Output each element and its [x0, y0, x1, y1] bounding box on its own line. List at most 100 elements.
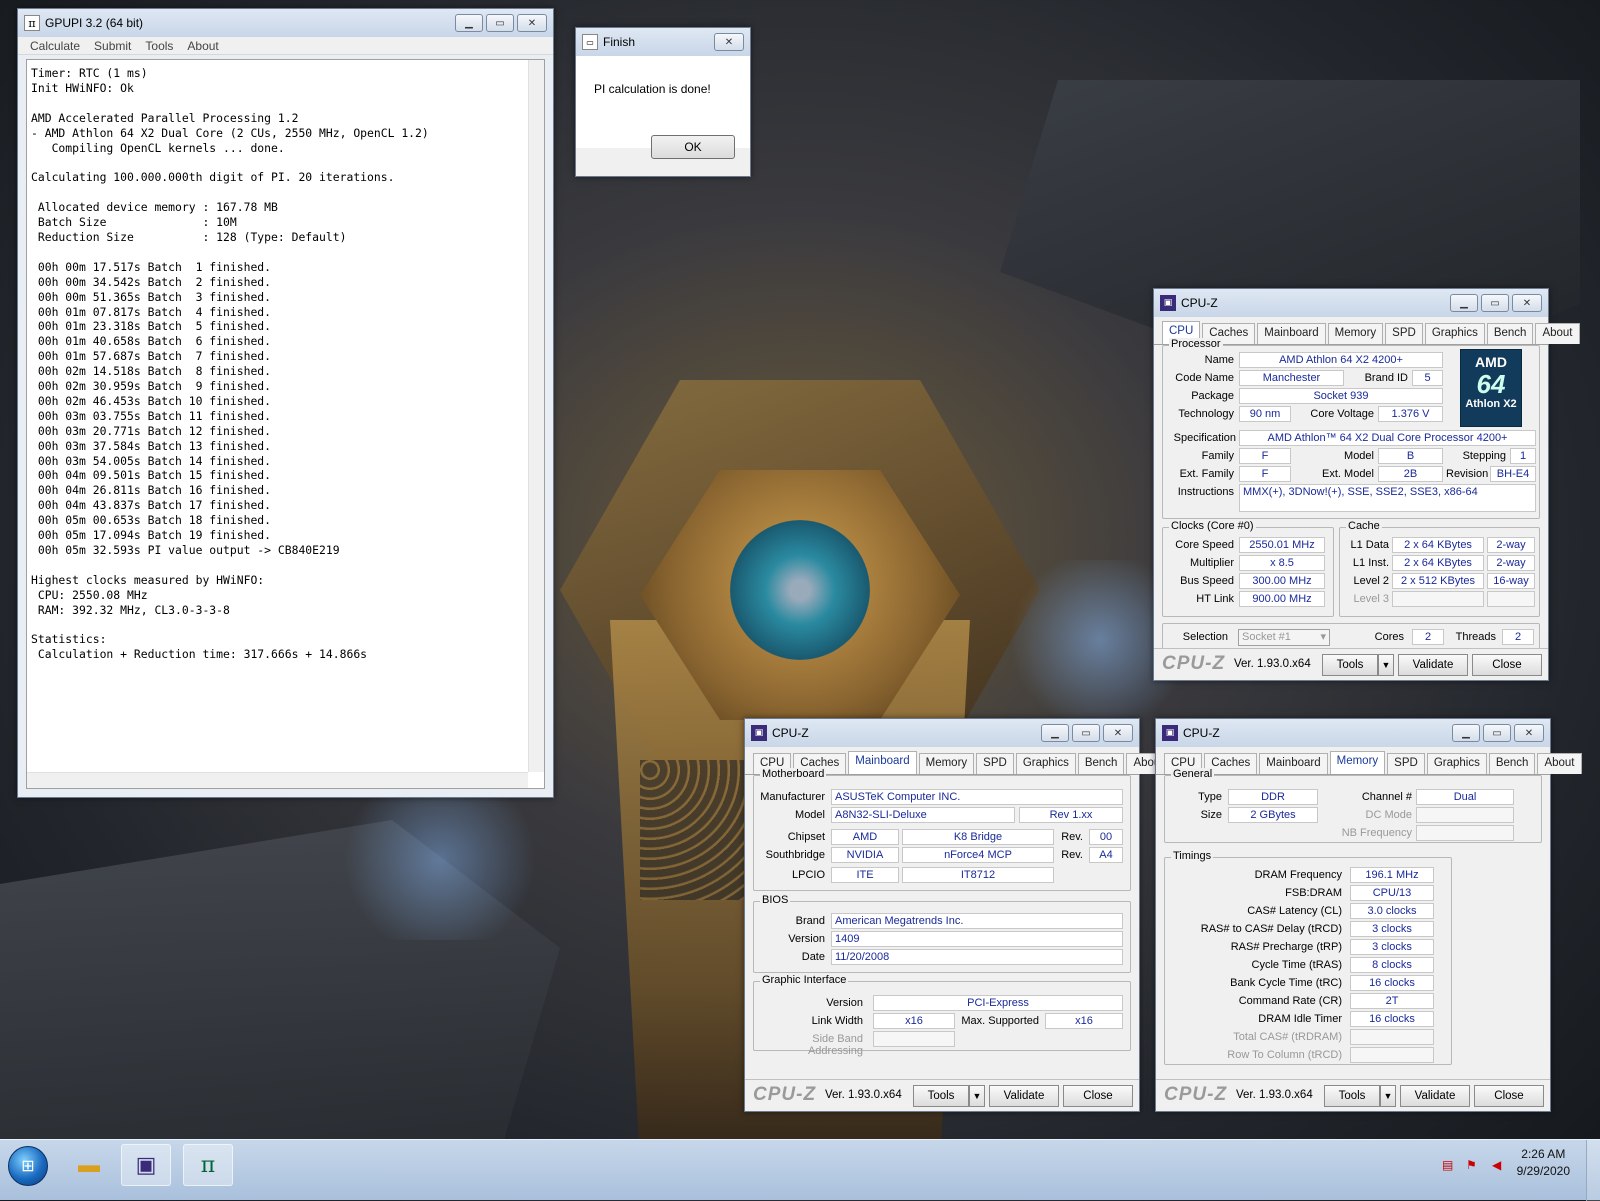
validate-button[interactable]: Validate [1400, 1085, 1470, 1107]
bios-brand-value: American Megatrends Inc. [831, 913, 1123, 929]
gpupi-window[interactable]: π GPUPI 3.2 (64 bit) ▁ ▭ ✕ Calculate Sub… [17, 8, 554, 798]
tras-label: Cycle Time (tRAS) [1251, 959, 1342, 971]
vertical-scrollbar[interactable] [528, 60, 544, 772]
chipset-rev-label: Rev. [1061, 831, 1083, 843]
clock[interactable]: 2:26 AM 9/29/2020 [1517, 1146, 1570, 1180]
brandid-label: Brand ID [1364, 372, 1408, 384]
validate-button[interactable]: Validate [1398, 654, 1468, 676]
minimize-button[interactable]: ▁ [455, 14, 483, 32]
close-button[interactable]: ✕ [1103, 724, 1133, 742]
taskbar-explorer[interactable]: ▬ [64, 1144, 114, 1186]
cpuz-titlebar[interactable]: ▣ CPU-Z ▁ ▭ ✕ [1154, 289, 1548, 317]
nbfrequency-label: NB Frequency [1341, 827, 1412, 839]
tab-spd[interactable]: SPD [976, 753, 1014, 774]
tab-mainboard[interactable]: Mainboard [1259, 753, 1328, 774]
taskbar-cpuz[interactable]: ▣ [121, 1144, 171, 1186]
cpuz-titlebar[interactable]: ▣ CPU-Z ▁ ▭ ✕ [745, 719, 1139, 747]
spec-value: AMD Athlon™ 64 X2 Dual Core Processor 42… [1239, 430, 1536, 446]
minimize-button[interactable]: ▁ [1041, 724, 1069, 742]
cas-value: 3.0 clocks [1350, 903, 1434, 919]
extmodel-label: Ext. Model [1322, 468, 1374, 480]
tab-bench[interactable]: Bench [1488, 753, 1536, 774]
console-output[interactable]: Timer: RTC (1 ms) Init HWiNFO: Ok AMD Ac… [26, 59, 545, 789]
close-button[interactable]: ✕ [1514, 724, 1544, 742]
tab-about[interactable]: About [1535, 323, 1580, 344]
cpuz-titlebar[interactable]: ▣ CPU-Z ▁ ▭ ✕ [1156, 719, 1550, 747]
tab-spd[interactable]: SPD [1387, 753, 1425, 774]
version-text: Ver. 1.93.0.x64 [825, 1089, 902, 1101]
menu-calculate[interactable]: Calculate [30, 37, 80, 54]
version-text: Ver. 1.93.0.x64 [1236, 1089, 1313, 1101]
extfamily-label: Ext. Family [1179, 468, 1234, 480]
minimize-button[interactable]: ▁ [1452, 724, 1480, 742]
taskbar-gpupi[interactable]: π [183, 1144, 233, 1186]
spec-label: Specification [1173, 432, 1236, 444]
l1data-value: 2 x 64 KBytes [1392, 537, 1484, 553]
tab-graphics[interactable]: Graphics [1426, 753, 1487, 774]
cpuz-icon: ▣ [751, 725, 767, 741]
cpuz-mainboard-window[interactable]: ▣ CPU-Z ▁ ▭ ✕ CPU Caches Mainboard Memor… [744, 718, 1171, 1112]
tab-bar: CPU Caches Mainboard Memory SPD Graphics… [1156, 747, 1582, 775]
finish-dialog[interactable]: ▭ Finish ✕ PI calculation is done! OK [575, 27, 751, 177]
amd-athlon-logo: AMD 64 Athlon X2 [1460, 349, 1522, 427]
close-button[interactable]: ✕ [1512, 294, 1542, 312]
app-icon: ▭ [582, 34, 598, 50]
socket-select[interactable]: Socket #1 ▾ [1238, 629, 1330, 646]
volume-muted-icon[interactable]: ◀ [1492, 1158, 1501, 1172]
model-label: Model [1344, 450, 1374, 462]
cpuz-memory-window[interactable]: ▣ CPU-Z ▁ ▭ ✕ CPU Caches Mainboard Memor… [1155, 718, 1582, 1112]
tab-bench[interactable]: Bench [1486, 323, 1534, 344]
start-button[interactable]: ⊞ [8, 1146, 48, 1186]
menu-about[interactable]: About [187, 37, 218, 54]
cpu-name-value: AMD Athlon 64 X2 4200+ [1239, 352, 1443, 368]
version-text: Ver. 1.93.0.x64 [1234, 658, 1311, 670]
tab-memory[interactable]: Memory [918, 753, 975, 774]
tools-dropdown-button[interactable]: ▼ [969, 1085, 985, 1107]
tab-mainboard[interactable]: Mainboard [848, 751, 917, 774]
action-center-icon[interactable]: ⚑ [1466, 1158, 1477, 1172]
close-button[interactable]: Close [1474, 1085, 1544, 1107]
menu-tools[interactable]: Tools [145, 37, 173, 54]
htlink-value: 900.00 MHz [1239, 591, 1325, 607]
menu-submit[interactable]: Submit [94, 37, 131, 54]
maximize-button[interactable]: ▭ [486, 14, 514, 32]
socket-select-value: Socket #1 [1242, 631, 1291, 643]
tab-bench[interactable]: Bench [1077, 753, 1125, 774]
tab-graphics[interactable]: Graphics [1015, 753, 1076, 774]
horizontal-scrollbar[interactable] [27, 772, 528, 788]
maximize-button[interactable]: ▭ [1483, 724, 1511, 742]
tools-dropdown-button[interactable]: ▼ [1378, 654, 1394, 676]
tools-button[interactable]: Tools [1324, 1085, 1380, 1107]
maxsupported-value: x16 [1045, 1013, 1123, 1029]
validate-button[interactable]: Validate [989, 1085, 1059, 1107]
tab-mainboard[interactable]: Mainboard [1257, 323, 1326, 344]
tab-about[interactable]: About [1537, 753, 1582, 774]
tab-memory[interactable]: Memory [1327, 323, 1384, 344]
tools-button[interactable]: Tools [1322, 654, 1378, 676]
gpupi-titlebar[interactable]: π GPUPI 3.2 (64 bit) ▁ ▭ ✕ [18, 9, 553, 37]
finish-titlebar[interactable]: ▭ Finish ✕ [576, 28, 750, 56]
close-button[interactable]: Close [1063, 1085, 1133, 1107]
tab-spd[interactable]: SPD [1385, 323, 1423, 344]
close-button[interactable]: ✕ [714, 33, 744, 51]
network-icon[interactable]: ▤ [1442, 1158, 1453, 1172]
tab-graphics[interactable]: Graphics [1424, 323, 1485, 344]
rowtocolumn-label: Row To Column (tRCD) [1227, 1049, 1342, 1061]
ok-button[interactable]: OK [651, 135, 735, 159]
tools-dropdown-button[interactable]: ▼ [1380, 1085, 1396, 1107]
model-label: Model [795, 809, 825, 821]
maximize-button[interactable]: ▭ [1072, 724, 1100, 742]
cpuz-cpu-window[interactable]: ▣ CPU-Z ▁ ▭ ✕ CPU Caches Mainboard Memor… [1153, 288, 1580, 681]
group-title: Clocks (Core #0) [1169, 520, 1256, 532]
idletimer-value: 16 clocks [1350, 1011, 1434, 1027]
gi-version-value: PCI-Express [873, 995, 1123, 1011]
close-button[interactable]: ✕ [517, 14, 547, 32]
close-button[interactable]: Close [1472, 654, 1542, 676]
tab-memory[interactable]: Memory [1329, 751, 1386, 774]
maximize-button[interactable]: ▭ [1481, 294, 1509, 312]
rowtocolumn-value [1350, 1047, 1434, 1063]
group-title: Motherboard [760, 768, 827, 780]
minimize-button[interactable]: ▁ [1450, 294, 1478, 312]
tools-button[interactable]: Tools [913, 1085, 969, 1107]
show-desktop-button[interactable] [1586, 1140, 1600, 1201]
